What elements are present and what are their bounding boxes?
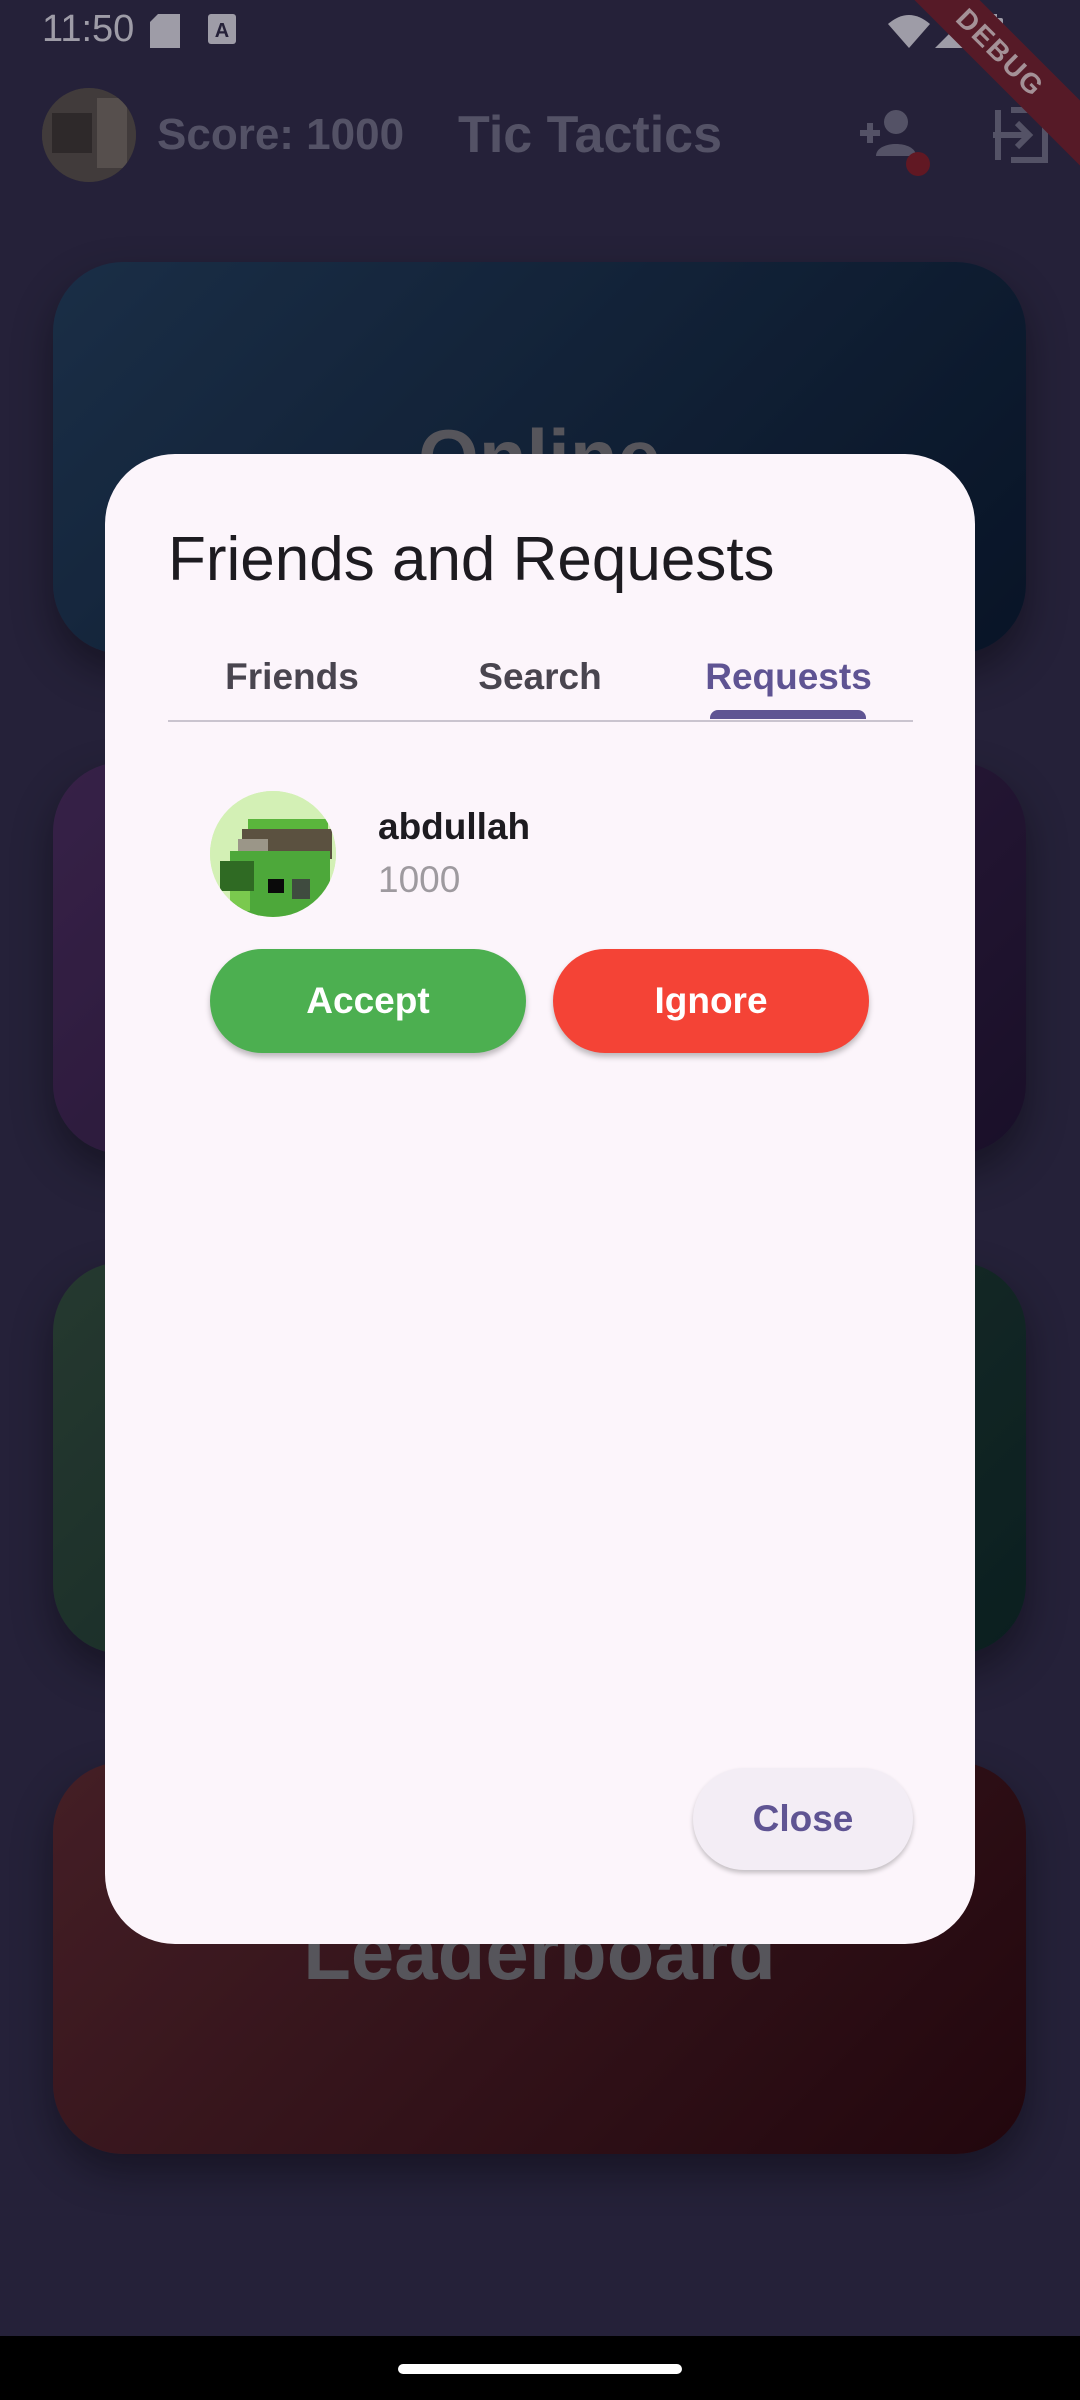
home-gesture-handle[interactable] (398, 2364, 682, 2374)
friends-dialog: Friends and Requests Friends Search Requ… (105, 454, 975, 1944)
tab-friends[interactable]: Friends (168, 654, 416, 720)
request-name: abdullah (378, 806, 531, 847)
accept-button[interactable]: Accept (210, 949, 526, 1053)
ignore-button[interactable]: Ignore (553, 949, 869, 1053)
request-avatar (210, 791, 336, 917)
tab-search[interactable]: Search (416, 654, 664, 720)
tab-bar: Friends Search Requests (168, 654, 913, 722)
active-tab-indicator (710, 710, 866, 719)
close-button[interactable]: Close (693, 1768, 913, 1870)
dialog-title: Friends and Requests (168, 525, 775, 594)
request-score: 1000 (378, 859, 461, 900)
